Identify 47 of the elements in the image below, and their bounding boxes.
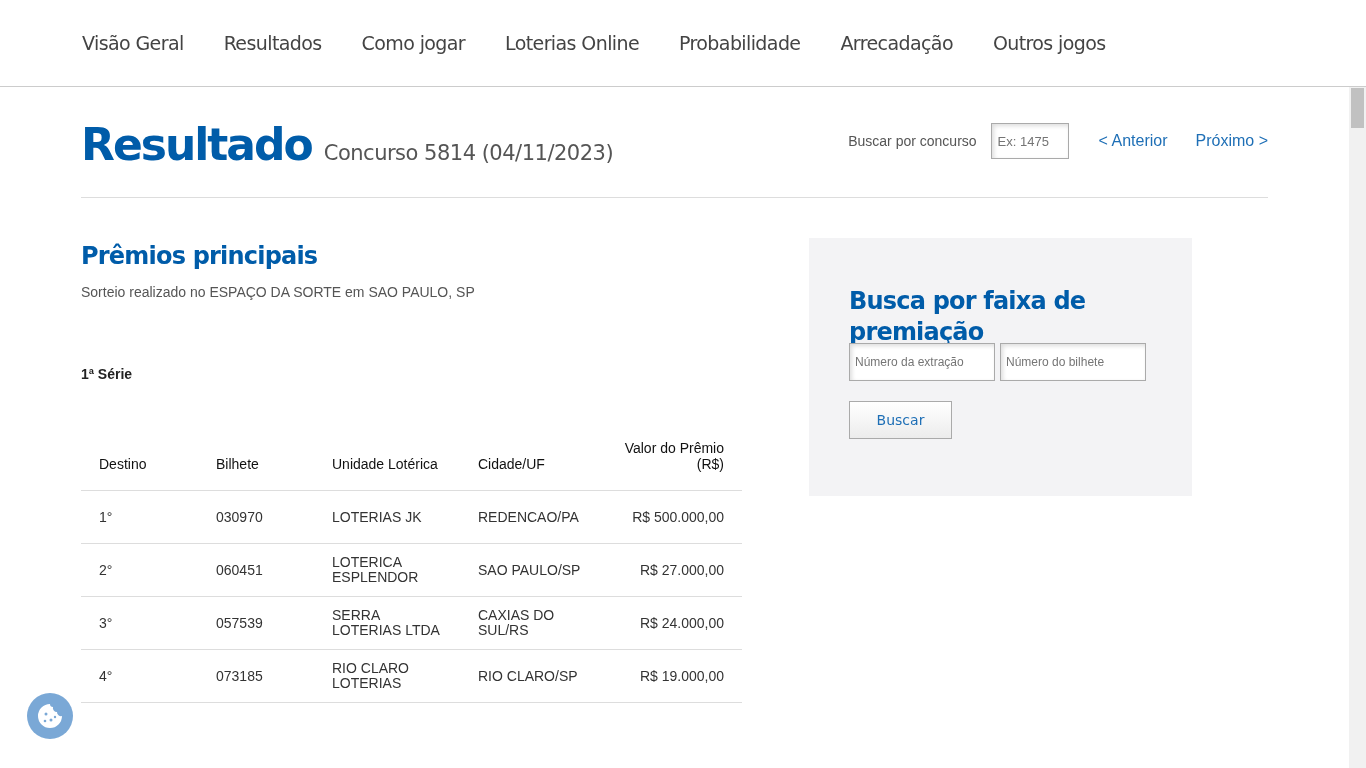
cookie-button[interactable] (27, 693, 73, 739)
table-cell: RIO CLARO/SP (460, 649, 606, 703)
table-cell: 057539 (198, 596, 314, 650)
series-label: 1ª Série (81, 366, 134, 382)
table-cell: R$ 27.000,00 (606, 543, 742, 597)
column-header: Destino (81, 440, 198, 491)
input-field[interactable]: Número do bilhete (1000, 343, 1146, 381)
table-cell: R$ 24.000,00 (606, 596, 742, 650)
search-button[interactable]: Buscar (849, 401, 952, 439)
table-cell: 1° (81, 490, 198, 544)
section-title: Prêmios principais (81, 242, 319, 270)
column-header: Valor do Prêmio (R$) (606, 440, 742, 491)
nav-link[interactable]: Arrecadação (840, 32, 953, 54)
table-cell: 060451 (198, 543, 314, 597)
table-cell: 3° (81, 596, 198, 650)
page-title: Resultado (81, 118, 312, 170)
table-cell: 4° (81, 649, 198, 703)
table-cell: RIO CLARO LOTERIAS (314, 649, 460, 703)
table-cell: 073185 (198, 649, 314, 703)
nav-link[interactable]: Outros jogos (992, 32, 1106, 54)
table-cell: LOTERIAS JK (314, 490, 460, 544)
draw-description: Sorteio realizado no ESPAÇO DA SORTE em SAO PAULO, SP (81, 284, 476, 300)
contest-subtitle: Concurso 5814 (04/11/2023) (323, 140, 614, 165)
contest-search-field[interactable]: Ex: 1475 (990, 123, 1069, 159)
nav-link[interactable]: Loterias Online (505, 32, 640, 54)
table-cell: REDENCAO/PA (460, 490, 606, 544)
column-header: Unidade Lotérica (314, 440, 460, 491)
next-link[interactable]: Próximo > (1195, 132, 1268, 150)
column-header: Cidade/UF (460, 440, 606, 491)
table-cell: R$ 19.000,00 (606, 649, 742, 703)
cookie-icon (37, 703, 63, 729)
table-cell: R$ 500.000,00 (606, 490, 742, 544)
table-cell: SAO PAULO/SP (460, 543, 606, 597)
nav-link[interactable]: Visão Geral (82, 32, 184, 54)
nav-link[interactable]: Resultados (223, 32, 322, 54)
previous-link[interactable]: < Anterior (1098, 132, 1168, 150)
search-label: Buscar por concurso (848, 133, 977, 149)
table-cell: 2° (81, 543, 198, 597)
scrollbar[interactable] (1349, 87, 1366, 768)
column-header: Bilhete (198, 440, 314, 491)
table-cell: LOTERICA ESPLENDOR (314, 543, 460, 597)
table-cell: CAXIAS DO SUL/RS (460, 596, 606, 650)
input-field[interactable]: Número da extração (849, 343, 995, 381)
nav-link[interactable]: Probabilidade (679, 32, 801, 54)
table-cell: 030970 (198, 490, 314, 544)
table-cell: SERRA LOTERIAS LTDA (314, 596, 460, 650)
nav-link[interactable]: Como jogar (361, 32, 466, 54)
